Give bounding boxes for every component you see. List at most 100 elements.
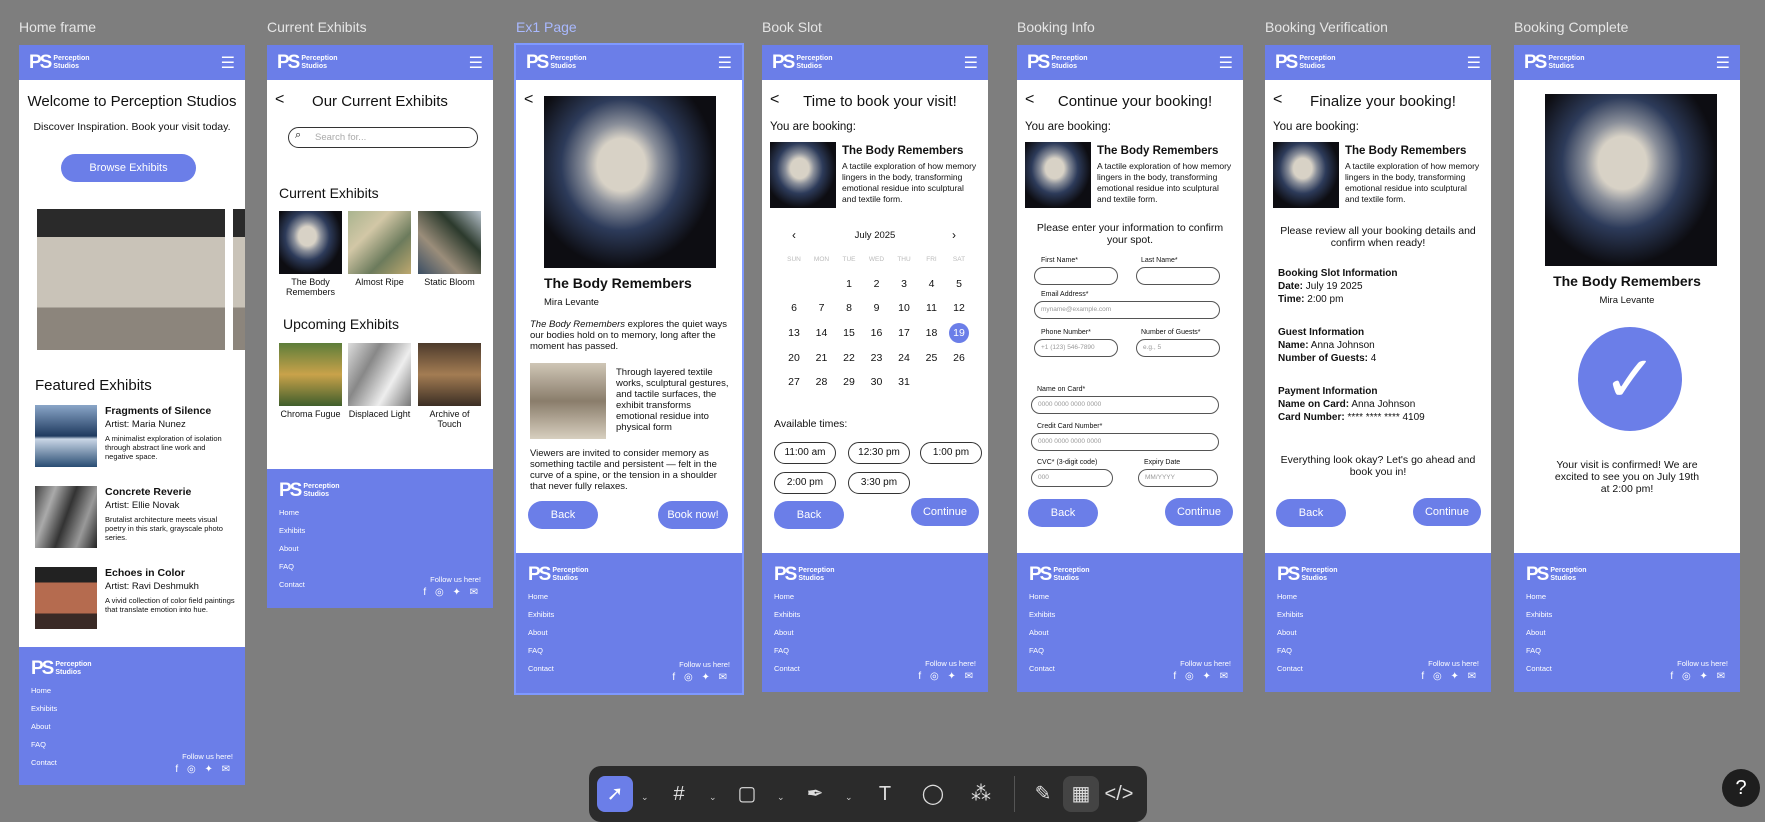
menu-icon[interactable]: ☰ [718,53,732,73]
calendar-day[interactable]: 9 [867,302,887,314]
calendar-day[interactable]: 28 [812,376,832,388]
logo[interactable]: PS Perception Studios [1524,53,1585,72]
calendar[interactable]: SUN MON TUE WED THU FRI SAT 1 2 3 4 5 6 7 8 9 10 11 12 13 14… [784,247,969,395]
social-icons[interactable]: f ◎ ✦ ✉ [672,672,730,683]
footer-link-home[interactable]: Home [1526,592,1728,601]
frame-label-verify[interactable]: Booking Verification [1265,19,1388,35]
calendar-day[interactable]: 1 [839,278,859,290]
footer-link-about[interactable]: About [1277,628,1479,637]
menu-icon[interactable]: ☰ [1716,53,1730,73]
calendar-day[interactable]: 5 [949,278,969,290]
footer-link-exhibits[interactable]: Exhibits [1029,610,1231,619]
last-name-field[interactable] [1136,267,1220,285]
help-button[interactable]: ? [1722,769,1760,807]
first-name-field[interactable] [1034,267,1118,285]
calendar-day[interactable]: 12 [949,302,969,314]
calendar-day[interactable]: 31 [894,376,914,388]
footer-link-home[interactable]: Home [528,592,730,601]
menu-icon[interactable]: ☰ [469,53,483,73]
exhibit-card[interactable]: Archive of Touch [418,343,481,429]
phone-field[interactable]: +1 (123) 546-7890 [1034,339,1118,357]
footer-link-home[interactable]: Home [279,508,481,517]
next-month-icon[interactable]: › [952,228,956,242]
frame-label-complete[interactable]: Booking Complete [1514,19,1628,35]
chevron-down-icon[interactable]: ⌄ [777,792,785,803]
calendar-day[interactable]: 7 [812,302,832,314]
footer-link-about[interactable]: About [1029,628,1231,637]
footer-link-faq[interactable]: FAQ [31,740,233,749]
time-slot-button[interactable]: 11:00 am [774,442,836,464]
featured-item[interactable]: Echoes in Color Artist: Ravi Deshmukh A vi… [35,567,235,629]
logo[interactable]: PS Perception Studios [1275,53,1336,72]
exhibit-card[interactable]: Almost Ripe [348,211,411,287]
pen-tool-icon[interactable]: ✒ [797,776,833,812]
calendar-day[interactable]: 4 [922,278,942,290]
calendar-day[interactable]: 13 [784,327,804,339]
continue-button[interactable]: Continue [1165,498,1233,526]
calendar-day[interactable]: 15 [839,327,859,339]
menu-icon[interactable]: ☰ [964,53,978,73]
cvc-field[interactable]: 000 [1031,469,1113,487]
back-button[interactable]: Back [1028,499,1098,527]
exhibit-card[interactable]: Static Bloom [418,211,481,287]
booking-complete-frame[interactable]: PS Perception Studios ☰ The Body Remembers… [1514,45,1740,692]
footer-link-faq[interactable]: FAQ [528,646,730,655]
menu-icon[interactable]: ☰ [221,53,235,73]
continue-button[interactable]: Continue [1413,498,1481,526]
ex1-frame[interactable]: PS Perception Studios ☰ < The Body Remembe… [514,43,744,695]
current-exhibits-frame[interactable]: PS Perception Studios ☰ < Our Current Exhi… [267,45,493,608]
footer-link-faq[interactable]: FAQ [1029,646,1231,655]
calendar-day[interactable]: 16 [867,327,887,339]
social-icons[interactable]: f ◎ ✦ ✉ [1421,671,1479,682]
back-button[interactable]: Back [528,501,598,529]
social-icons[interactable]: f ◎ ✦ ✉ [1173,671,1231,682]
calendar-day[interactable]: 25 [922,352,942,364]
calendar-day[interactable]: 17 [894,327,914,339]
footer-link-exhibits[interactable]: Exhibits [1526,610,1728,619]
calendar-day[interactable]: 2 [867,278,887,290]
logo[interactable]: PS Perception Studios [772,53,833,72]
footer-link-about[interactable]: About [528,628,730,637]
frame-label-slot[interactable]: Book Slot [762,19,822,35]
footer-link-about[interactable]: About [31,722,233,731]
home-frame[interactable]: PS Perception Studios ☰ Welcome to Percept… [19,45,245,785]
footer-link-home[interactable]: Home [1029,592,1231,601]
calendar-day[interactable]: 10 [894,302,914,314]
search-input[interactable]: Search for... [288,127,478,148]
logo[interactable]: PS Perception Studios [277,53,338,72]
calendar-day[interactable]: 14 [812,327,832,339]
actions-tool-icon[interactable]: ⁂ [963,776,999,812]
chevron-down-icon[interactable]: ⌄ [709,792,717,803]
logo[interactable]: PS Perception Studios [526,53,587,72]
back-button[interactable]: Back [1276,499,1346,527]
calendar-day[interactable]: 27 [784,376,804,388]
frame-label-ex1[interactable]: Ex1 Page [516,19,577,35]
time-slot-button[interactable]: 12:30 pm [848,442,910,464]
chevron-down-icon[interactable]: ⌄ [845,792,853,803]
social-icons[interactable]: f ◎ ✦ ✉ [918,671,976,682]
footer-link-exhibits[interactable]: Exhibits [528,610,730,619]
footer-link-home[interactable]: Home [31,686,233,695]
browse-exhibits-button[interactable]: Browse Exhibits [61,154,196,182]
exhibit-card[interactable]: The Body Remembers [279,211,342,297]
expiry-field[interactable]: MM/YYYY [1138,469,1218,487]
footer-link-exhibits[interactable]: Exhibits [774,610,976,619]
featured-item[interactable]: Concrete Reverie Artist: Ellie Novak Bruta… [35,486,235,548]
back-button[interactable]: Back [774,501,844,529]
email-field[interactable]: myname@example.com [1034,301,1220,319]
time-slot-button[interactable]: 2:00 pm [774,472,836,494]
time-slot-button[interactable]: 3:30 pm [848,472,910,494]
comment-tool-icon[interactable]: ◯ [915,776,951,812]
social-icons[interactable]: f ◎ ✦ ✉ [423,587,481,598]
footer-link-faq[interactable]: FAQ [279,562,481,571]
guests-field[interactable]: e.g., 5 [1136,339,1220,357]
dev-mode-icon[interactable]: </> [1101,776,1137,812]
calendar-day[interactable]: 26 [949,352,969,364]
featured-item[interactable]: Fragments of Silence Artist: Maria Nunez A… [35,405,235,467]
calendar-day[interactable]: 20 [784,352,804,364]
frame-label-info[interactable]: Booking Info [1017,19,1095,35]
footer-link-about[interactable]: About [1526,628,1728,637]
social-icons[interactable]: f ◎ ✦ ✉ [175,764,233,775]
footer-link-about[interactable]: About [279,544,481,553]
card-name-field[interactable]: 0000 0000 0000 0000 [1031,396,1219,414]
